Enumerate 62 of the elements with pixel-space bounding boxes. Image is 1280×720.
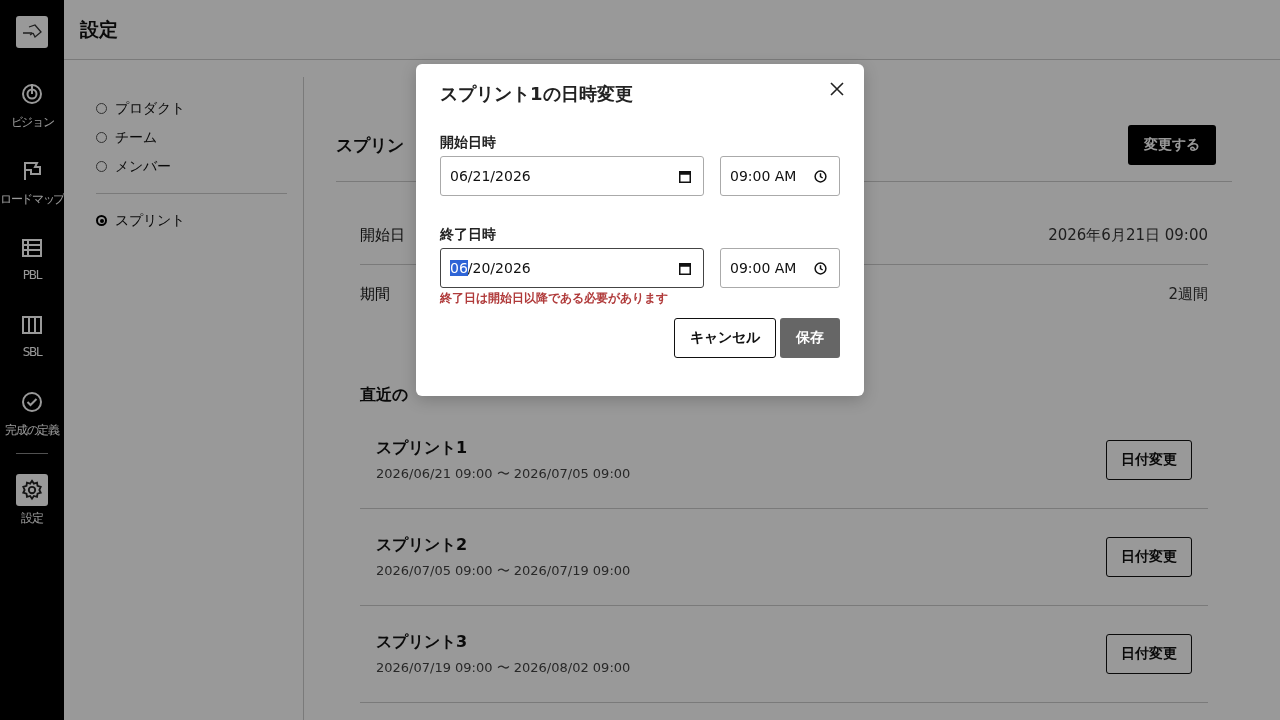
page-title: 設定: [80, 16, 118, 42]
sidebar-item[interactable]: ビジョン: [10, 78, 54, 155]
settings-nav-item[interactable]: スプリント: [96, 206, 287, 235]
field-label: 開始日: [360, 225, 405, 245]
section-heading: スプリン: [336, 133, 404, 157]
settings-nav-item[interactable]: プロダクト: [96, 94, 287, 123]
sprint-date-range: 2026/06/21 09:00 〜 2026/07/05 09:00: [376, 464, 631, 483]
nav-label: プロダクト: [115, 99, 185, 118]
list-icon: [22, 239, 42, 257]
nav-label: スプリント: [115, 211, 185, 230]
clock-icon[interactable]: [814, 261, 827, 275]
change-date-button[interactable]: 日付変更: [1106, 440, 1192, 480]
clock-icon[interactable]: [814, 169, 827, 183]
radio-button[interactable]: [96, 161, 107, 172]
sidebar-label: ビジョン: [10, 114, 54, 131]
sidebar-item[interactable]: 設定: [16, 474, 48, 551]
sprint-name: スプリント1: [376, 437, 469, 459]
sidebar-item[interactable]: ロードマップ: [0, 155, 65, 232]
field-label: 期間: [360, 284, 390, 304]
field-label: 開始日時: [440, 134, 497, 152]
radio-button[interactable]: [96, 103, 107, 114]
flag-icon: [23, 161, 41, 181]
sidebar-label: SBL: [22, 345, 42, 359]
sidebar-item[interactable]: 完成の定義: [5, 386, 59, 463]
time-field[interactable]: 09:00 AM: [720, 248, 840, 288]
calendar-icon[interactable]: [679, 169, 691, 183]
sidebar-item[interactable]: PBL: [16, 232, 48, 309]
sprint-name: スプリント2: [376, 534, 469, 556]
sidebar-label: PBL: [22, 268, 42, 282]
sidebar-label: 設定: [21, 510, 43, 527]
error-message: 終了日は開始日以降である必要があります: [440, 290, 669, 307]
nav-label: チーム: [115, 128, 157, 147]
date-field[interactable]: 06/21/2026: [440, 156, 704, 196]
calendar-icon[interactable]: [679, 261, 691, 275]
change-date-button[interactable]: 日付変更: [1106, 537, 1192, 577]
date-field[interactable]: 06/20/2026: [440, 248, 704, 288]
sidebar-label: 完成の定義: [5, 422, 59, 439]
cancel-button[interactable]: キャンセル: [674, 318, 776, 358]
change-date-button[interactable]: 日付変更: [1106, 634, 1192, 674]
settings-icon: [21, 479, 43, 501]
sidebar-label: ロードマップ: [0, 191, 65, 208]
close-icon[interactable]: [830, 82, 844, 96]
sprint-name: スプリント3: [376, 631, 469, 653]
change-button[interactable]: 変更する: [1128, 125, 1216, 165]
radio-button[interactable]: [96, 215, 107, 226]
columns-icon: [22, 316, 42, 334]
target-icon: [21, 83, 43, 105]
radio-button[interactable]: [96, 132, 107, 143]
sidebar-item[interactable]: SBL: [16, 309, 48, 386]
dialog-title: スプリント1の日時変更: [440, 82, 633, 106]
section-heading: 直近の: [360, 385, 409, 406]
field-value: 2026年6月21日 09:00: [1048, 225, 1208, 245]
nav-label: メンバー: [115, 157, 171, 176]
time-field[interactable]: 09:00 AM: [720, 156, 840, 196]
settings-nav-item[interactable]: メンバー: [96, 152, 287, 181]
settings-nav-item[interactable]: チーム: [96, 123, 287, 152]
check-circle-icon: [21, 391, 43, 413]
sprint-date-range: 2026/07/19 09:00 〜 2026/08/02 09:00: [376, 658, 631, 677]
app-logo[interactable]: [16, 16, 48, 48]
field-label: 終了日時: [440, 226, 497, 244]
field-value: 2週間: [1168, 284, 1208, 304]
sprint-date-range: 2026/07/05 09:00 〜 2026/07/19 09:00: [376, 561, 631, 580]
